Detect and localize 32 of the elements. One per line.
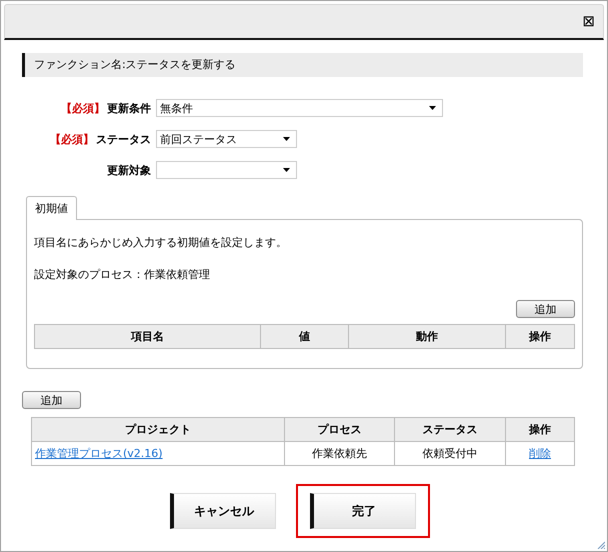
column-header: 操作 bbox=[506, 418, 574, 442]
column-header: プロジェクト bbox=[32, 418, 284, 442]
field-label: ステータス bbox=[96, 132, 151, 146]
description-text: 項目名にあらかじめ入力する初期値を設定します。 bbox=[34, 236, 288, 250]
column-header: 項目名 bbox=[34, 324, 261, 348]
field-label: 更新条件 bbox=[107, 100, 151, 116]
action-button[interactable]: 完了 bbox=[310, 493, 416, 529]
column-header: 値 bbox=[260, 324, 348, 348]
close-button[interactable]: ⊠ bbox=[582, 14, 595, 29]
column-header: 動作 bbox=[348, 324, 506, 348]
tab[interactable]: 初期値 bbox=[26, 196, 77, 220]
resize-grip-icon bbox=[597, 541, 605, 549]
section-title: ファンクション名:ステータスを更新する bbox=[22, 53, 583, 77]
table-cell: 依頼受付中 bbox=[394, 442, 506, 466]
column-header: 操作 bbox=[506, 324, 574, 348]
dropdown[interactable]: 前回ステータス bbox=[156, 130, 297, 148]
caret-icon bbox=[429, 106, 436, 110]
required-mark: 【必須】 bbox=[61, 100, 105, 116]
caret-icon bbox=[283, 137, 290, 141]
caret-icon bbox=[283, 168, 290, 172]
dropdown[interactable] bbox=[156, 161, 297, 179]
field-label: 更新対象 bbox=[107, 162, 151, 178]
process-text: 設定対象のプロセス：作業依頼管理 bbox=[34, 268, 211, 282]
delete-link[interactable]: 削除 bbox=[529, 447, 551, 460]
action-button[interactable]: キャンセル bbox=[170, 493, 276, 529]
column-header: プロセス bbox=[284, 418, 395, 442]
dropdown[interactable]: 無条件 bbox=[156, 99, 443, 117]
add-button[interactable]: 追加 bbox=[516, 300, 575, 318]
add-button[interactable]: 追加 bbox=[22, 391, 81, 409]
required-mark: 【必須】 bbox=[50, 132, 94, 146]
table-cell: 作業依頼先 bbox=[284, 442, 395, 466]
column-header: ステータス bbox=[394, 418, 506, 442]
